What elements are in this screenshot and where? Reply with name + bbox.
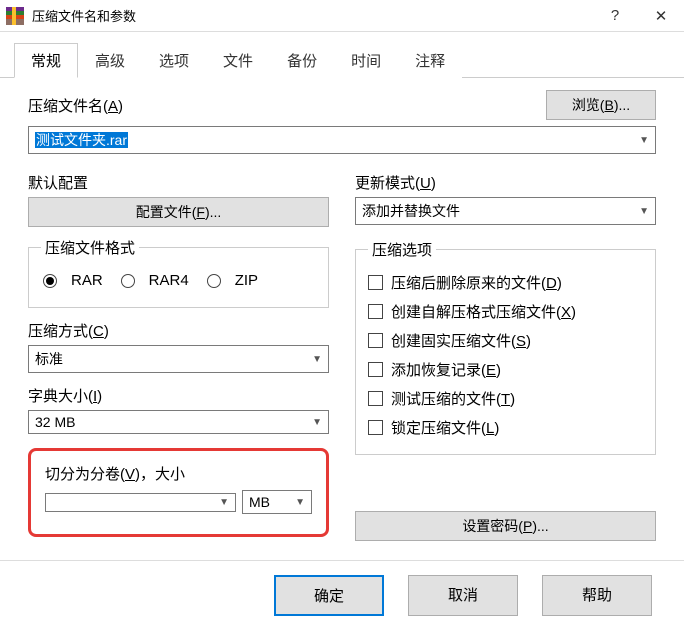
- archive-name-label: 压缩文件名(A): [28, 95, 123, 116]
- options-group: 压缩选项 压缩后删除原来的文件(D) 创建自解压格式压缩文件(X) 创建固实压缩…: [355, 239, 656, 455]
- profile-button[interactable]: 配置文件(F)...: [28, 197, 329, 227]
- right-column: 更新模式(U) 添加并替换文件▼ 压缩选项 压缩后删除原来的文件(D) 创建自解…: [355, 172, 656, 541]
- method-select[interactable]: 标准▼: [28, 345, 329, 373]
- format-radio-rar4[interactable]: RAR4: [121, 272, 189, 289]
- split-unit-select[interactable]: MB▼: [242, 490, 312, 514]
- options-legend: 压缩选项: [368, 239, 436, 260]
- dialog-footer: 确定 取消 帮助: [0, 560, 684, 630]
- option-delete-after[interactable]: 压缩后删除原来的文件(D): [368, 268, 643, 297]
- checkbox-icon: [368, 304, 383, 319]
- radio-icon: [43, 274, 57, 288]
- checkbox-icon: [368, 362, 383, 377]
- update-mode-label: 更新模式(U): [355, 172, 656, 193]
- archive-name-value: 测试文件夹.rar: [35, 132, 128, 148]
- checkbox-icon: [368, 333, 383, 348]
- archive-name-field[interactable]: 测试文件夹.rar ▼: [28, 126, 656, 154]
- method-label: 压缩方式(C): [28, 320, 329, 341]
- help-button-footer[interactable]: 帮助: [542, 575, 652, 616]
- format-legend: 压缩文件格式: [41, 237, 139, 258]
- radio-icon: [121, 274, 135, 288]
- format-radio-zip[interactable]: ZIP: [207, 272, 258, 289]
- browse-button[interactable]: 浏览(B)...: [546, 90, 656, 120]
- split-label: 切分为分卷(V)，大小: [45, 463, 312, 484]
- default-profile-label: 默认配置: [28, 172, 329, 193]
- format-group: 压缩文件格式 RAR RAR4 ZIP: [28, 237, 329, 308]
- close-button[interactable]: ✕: [638, 0, 684, 32]
- dict-label: 字典大小(I): [28, 385, 329, 406]
- radio-icon: [207, 274, 221, 288]
- option-test[interactable]: 测试压缩的文件(T): [368, 384, 643, 413]
- chevron-down-icon: ▼: [639, 135, 649, 146]
- tab-options[interactable]: 选项: [142, 43, 206, 78]
- tab-files[interactable]: 文件: [206, 43, 270, 78]
- dict-select[interactable]: 32 MB▼: [28, 410, 329, 434]
- tab-advanced[interactable]: 高级: [78, 43, 142, 78]
- chevron-down-icon: ▼: [639, 206, 649, 217]
- cancel-button[interactable]: 取消: [408, 575, 518, 616]
- option-lock[interactable]: 锁定压缩文件(L): [368, 413, 643, 442]
- split-highlight-box: 切分为分卷(V)，大小 ▼ MB▼: [28, 448, 329, 537]
- titlebar: 压缩文件名和参数 ? ✕: [0, 0, 684, 32]
- chevron-down-icon: ▼: [219, 497, 229, 508]
- option-sfx[interactable]: 创建自解压格式压缩文件(X): [368, 297, 643, 326]
- checkbox-icon: [368, 420, 383, 435]
- app-icon: [6, 7, 24, 25]
- update-mode-select[interactable]: 添加并替换文件▼: [355, 197, 656, 225]
- set-password-button[interactable]: 设置密码(P)...: [355, 511, 656, 541]
- checkbox-icon: [368, 391, 383, 406]
- general-panel: 压缩文件名(A) 浏览(B)... 测试文件夹.rar ▼ 默认配置 配置文件(…: [0, 78, 684, 551]
- help-button[interactable]: ?: [592, 0, 638, 32]
- left-column: 默认配置 配置文件(F)... 压缩文件格式 RAR RAR4 ZIP 压缩方式…: [28, 172, 329, 541]
- window-title: 压缩文件名和参数: [32, 6, 592, 25]
- chevron-down-icon: ▼: [312, 354, 322, 365]
- split-size-field[interactable]: ▼: [45, 493, 236, 512]
- tab-time[interactable]: 时间: [334, 43, 398, 78]
- checkbox-icon: [368, 275, 383, 290]
- chevron-down-icon: ▼: [295, 497, 305, 508]
- tab-backup[interactable]: 备份: [270, 43, 334, 78]
- tab-bar: 常规 高级 选项 文件 备份 时间 注释: [0, 32, 684, 78]
- ok-button[interactable]: 确定: [274, 575, 384, 616]
- format-radio-rar[interactable]: RAR: [43, 272, 103, 289]
- option-solid[interactable]: 创建固实压缩文件(S): [368, 326, 643, 355]
- tab-comment[interactable]: 注释: [398, 43, 462, 78]
- option-recovery[interactable]: 添加恢复记录(E): [368, 355, 643, 384]
- tab-general[interactable]: 常规: [14, 43, 78, 78]
- chevron-down-icon: ▼: [312, 417, 322, 428]
